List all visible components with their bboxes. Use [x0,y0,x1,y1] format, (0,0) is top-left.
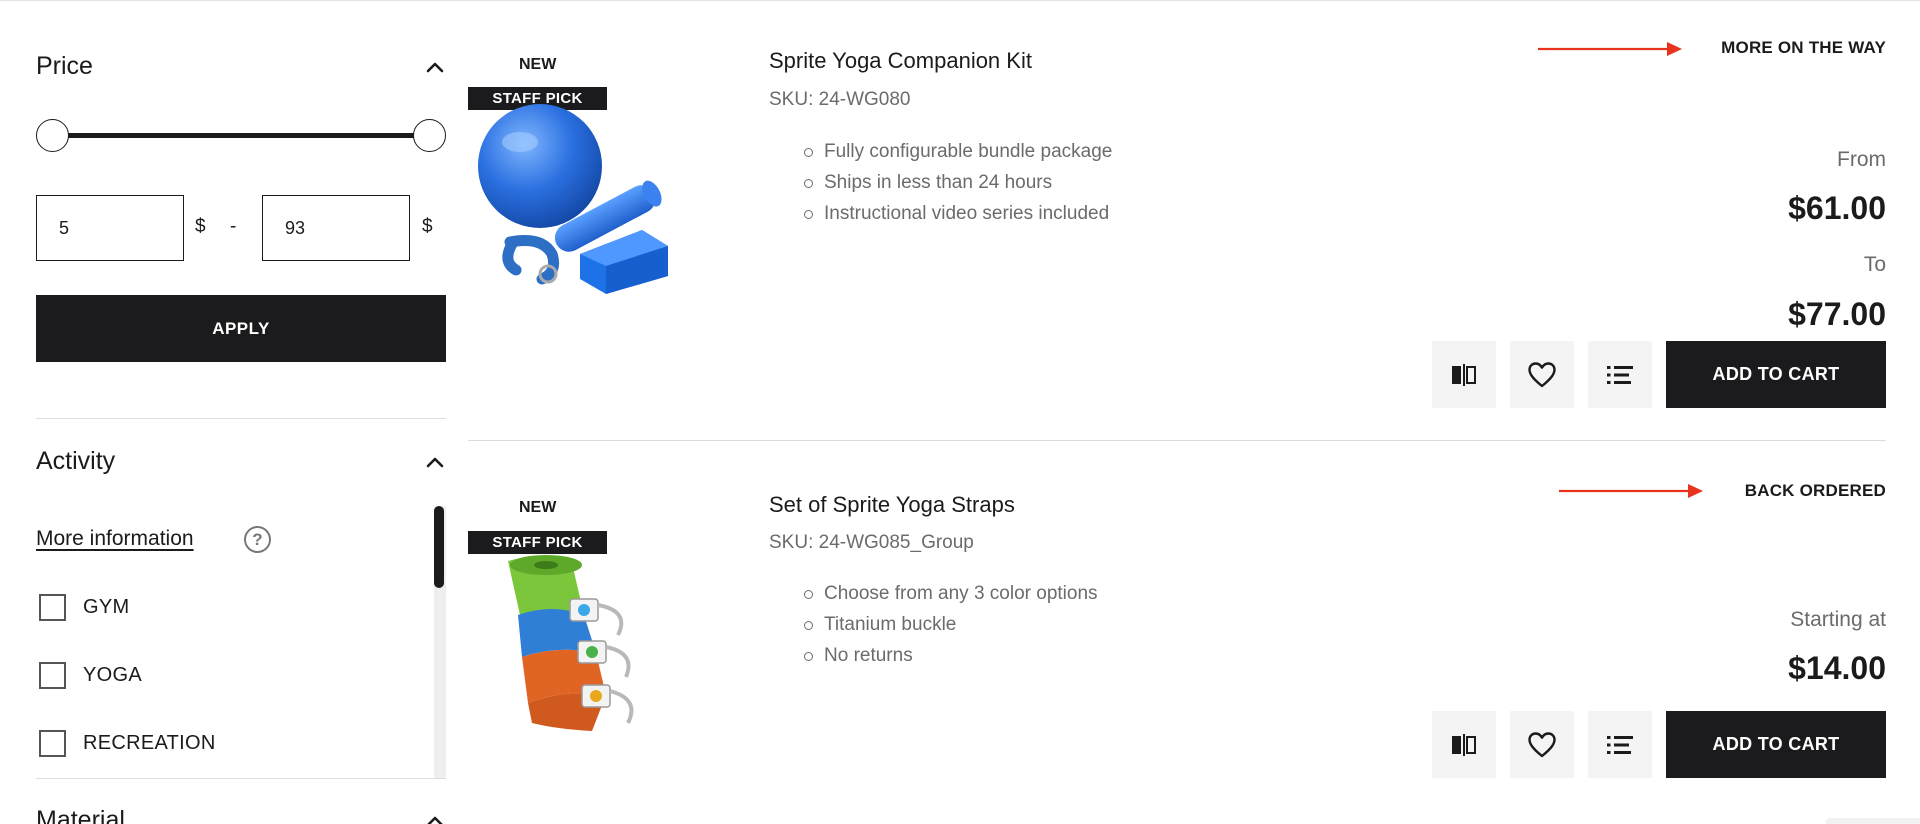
checkbox[interactable] [39,662,66,689]
filter-divider [36,778,446,779]
price-separator: - [230,216,237,237]
product-sku: SKU: 24-WG085_Group [769,532,974,553]
compare-icon [1452,363,1476,386]
staff-pick-badge: STAFF PICK [468,531,607,554]
feature-item: Instructional video series included [804,198,1124,229]
price-max-currency: $ [422,216,433,237]
stock-status: BACK ORDERED [1744,481,1886,500]
price-from-value: $61.00 [1788,190,1886,226]
add-to-cart-button[interactable]: ADD TO CART [1666,711,1886,778]
heart-icon [1528,361,1556,387]
activity-option-yoga[interactable]: YOGA [39,662,142,689]
activity-option-label: RECREATION [83,732,216,754]
add-to-compare-button[interactable] [1432,341,1496,408]
activity-option-label: GYM [83,596,130,618]
list-icon [1607,735,1633,754]
price-slider-track[interactable] [52,133,428,138]
price-filter-header[interactable]: Price [36,52,446,81]
feature-item: Choose from any 3 color options [804,578,1184,609]
product-item-set-of-sprite-yoga-straps: NEW STAFF PICK Set of Sprite Yoga Straps… [468,441,1886,824]
activity-option-gym[interactable]: GYM [39,594,129,621]
apply-price-button[interactable]: APPLY [36,295,446,362]
add-to-wishlist-button[interactable] [1510,711,1574,778]
feature-item: No returns [804,640,1184,671]
corner-widget-edge [1826,818,1920,824]
checkbox[interactable] [39,730,66,757]
product-image-yoga-kit[interactable] [472,104,672,294]
feature-item: Titanium buckle [804,609,1184,640]
price-slider-max-handle[interactable] [413,119,446,152]
activity-filter-title: Activity [36,447,116,475]
product-name[interactable]: Set of Sprite Yoga Straps [769,492,1015,518]
help-circle-icon[interactable]: ? [244,526,271,553]
activity-option-recreation[interactable]: RECREATION [39,730,216,757]
price-starting-value: $14.00 [1788,650,1886,686]
chevron-up-icon[interactable] [424,810,446,824]
price-to-label: To [1863,253,1886,276]
price-min-input[interactable] [36,195,184,261]
price-max-input[interactable] [262,195,410,261]
price-starting-label: Starting at [1790,608,1886,631]
feature-item: Fully configurable bundle package [804,136,1124,167]
price-slider-min-handle[interactable] [36,119,69,152]
product-sku: SKU: 24-WG080 [769,89,911,110]
activity-scrollbar-thumb[interactable] [434,506,444,588]
filter-sidebar: Price $ - $ APPLY Activity More informat… [36,0,446,824]
heart-icon [1528,731,1556,757]
compare-icon [1452,733,1476,756]
price-from-label: From [1837,148,1886,171]
feature-item: Ships in less than 24 hours [804,167,1124,198]
arrow-right-icon [1538,42,1682,56]
chevron-up-icon[interactable] [424,451,446,473]
add-to-list-button[interactable] [1588,341,1652,408]
price-to-value: $77.00 [1788,296,1886,332]
product-features: Choose from any 3 color options Titanium… [804,578,1184,671]
material-filter-title: Material [36,806,125,824]
add-to-compare-button[interactable] [1432,711,1496,778]
activity-filter-header[interactable]: Activity [36,447,446,476]
price-min-currency: $ [195,216,206,237]
checkbox[interactable] [39,594,66,621]
stock-status: MORE ON THE WAY [1721,38,1886,57]
new-badge: NEW [519,56,557,73]
product-item-sprite-yoga-companion-kit: NEW STAFF PICK Sprite Yoga Companion Kit [468,0,1886,440]
material-filter-header[interactable]: Material [36,806,446,824]
add-to-list-button[interactable] [1588,711,1652,778]
more-information-link[interactable]: More information [36,527,194,551]
product-image-yoga-straps[interactable] [472,553,672,743]
price-filter-title: Price [36,52,93,80]
product-name[interactable]: Sprite Yoga Companion Kit [769,48,1032,74]
chevron-up-icon[interactable] [424,56,446,78]
product-features: Fully configurable bundle package Ships … [804,136,1124,229]
activity-option-label: YOGA [83,664,142,686]
add-to-cart-button[interactable]: ADD TO CART [1666,341,1886,408]
new-badge: NEW [519,499,557,516]
add-to-wishlist-button[interactable] [1510,341,1574,408]
arrow-right-icon [1559,484,1703,498]
list-icon [1607,365,1633,384]
filter-divider [36,418,446,419]
